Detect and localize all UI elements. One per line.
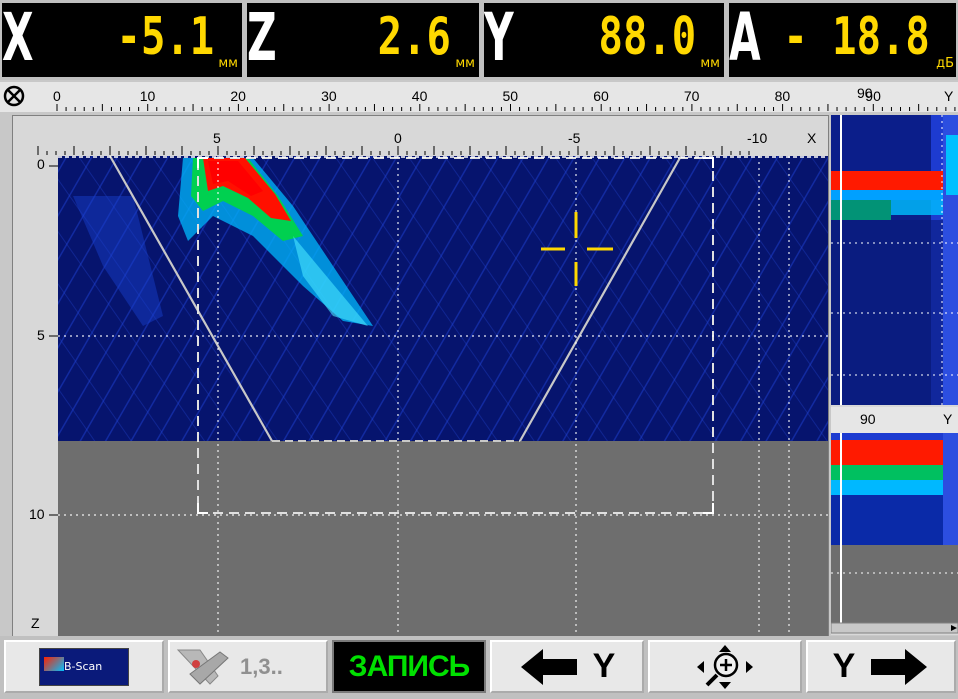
bscan-button[interactable]: B-Scan — [4, 640, 164, 693]
zoom-icon — [697, 644, 753, 689]
side-scans[interactable]: 90 90 Y — [830, 85, 958, 635]
bscan-view[interactable]: 5 0 -5 -10 X 0 5 10 Z — [12, 115, 829, 637]
readout-x-axis: X — [2, 3, 34, 76]
readout-x-unit: мм — [218, 56, 238, 71]
files-button-label: 1,3.. — [240, 653, 283, 679]
side-bottom-label: 90 — [860, 411, 876, 427]
bottom-toolbar: B-Scan 1,3.. ЗАПИСЬ Y Y — [0, 636, 958, 699]
readout-z-unit: мм — [455, 56, 475, 71]
bscan-image[interactable] — [13, 116, 828, 636]
x-tick-label: 0 — [394, 130, 402, 146]
x-tick-label: -5 — [568, 130, 581, 146]
readout-a-value: - 18.8 — [783, 7, 930, 67]
record-button[interactable]: ЗАПИСЬ — [332, 640, 486, 693]
z-axis-label: Z — [31, 615, 40, 631]
move-right-y-label: Y — [832, 647, 856, 685]
z-tick-label: 0 — [37, 156, 45, 172]
bscan-button-label: B-Scan — [64, 659, 103, 673]
bscan-thumbnail-icon: B-Scan — [39, 647, 129, 686]
readout-y-axis: Y — [484, 3, 514, 76]
side-bottom-end-label: Y — [943, 411, 953, 427]
gray-zone — [58, 441, 828, 636]
tools-icon — [176, 649, 229, 685]
readout-a-axis: A — [729, 3, 761, 76]
files-button[interactable]: 1,3.. — [168, 640, 328, 693]
x-tick-label: -10 — [747, 130, 768, 146]
side-top-label: 90 — [857, 85, 873, 101]
y-axis-end-label: Y — [944, 88, 954, 104]
z-tick-label: 10 — [29, 506, 45, 522]
readout-y: Y 88.0 мм — [484, 3, 724, 77]
readout-z-value: 2.6 — [377, 7, 451, 67]
readout-y-value: 88.0 — [598, 7, 696, 67]
arrow-left-icon — [520, 648, 577, 685]
y-axis-tick-marks — [56, 104, 956, 111]
x-axis-label: X — [807, 130, 817, 146]
readout-x: X -5.1 мм — [2, 3, 242, 77]
z-tick-label: 5 — [37, 327, 45, 343]
record-button-label: ЗАПИСЬ — [348, 649, 470, 683]
arrow-right-icon — [871, 648, 928, 685]
readout-y-unit: мм — [700, 56, 720, 71]
coordinate-readouts: X -5.1 мм Z 2.6 мм Y 88.0 мм A - 18.8 дБ — [0, 0, 958, 80]
zoom-button[interactable] — [648, 640, 802, 693]
readout-x-value: -5.1 — [116, 7, 214, 67]
y-axis-ruler: 0 10 20 30 40 50 60 70 80 90 Y — [0, 82, 958, 112]
move-left-y-button[interactable]: Y — [490, 640, 644, 693]
readout-z-axis: Z — [247, 3, 277, 76]
side-scan-image[interactable] — [830, 115, 958, 635]
move-right-y-button[interactable]: Y — [806, 640, 956, 693]
readout-a: A - 18.8 дБ — [729, 3, 956, 77]
readout-a-unit: дБ — [936, 56, 954, 71]
readout-z: Z 2.6 мм — [247, 3, 479, 77]
move-left-y-label: Y — [592, 647, 616, 685]
x-tick-label: 5 — [213, 130, 221, 146]
